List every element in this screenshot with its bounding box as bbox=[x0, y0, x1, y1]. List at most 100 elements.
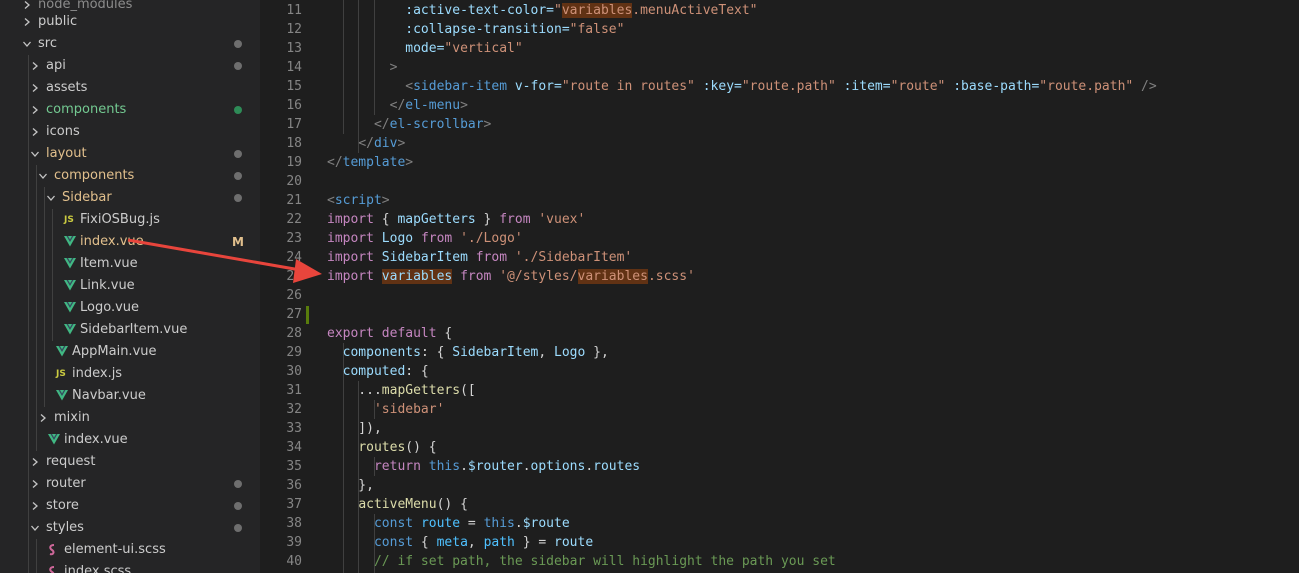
code-line[interactable]: 32 'sidebar' bbox=[260, 400, 1299, 419]
code-text: import { mapGetters } from 'vuex' bbox=[327, 210, 585, 229]
code-token: div bbox=[373, 136, 398, 151]
folder-item[interactable]: components bbox=[0, 165, 260, 187]
code-line[interactable]: 15 <sidebar-item v-for="route in routes"… bbox=[260, 77, 1299, 96]
code-token: from bbox=[499, 212, 531, 227]
js-file-icon: JS bbox=[64, 215, 74, 225]
code-line[interactable]: 31 ...mapGetters([ bbox=[260, 381, 1299, 400]
chevron-down-icon[interactable] bbox=[46, 187, 58, 209]
code-line[interactable]: 26 bbox=[260, 286, 1299, 305]
file-item[interactable]: SidebarItem.vue bbox=[0, 319, 260, 341]
chevron-down-icon[interactable] bbox=[38, 165, 50, 187]
file-item[interactable]: Logo.vue bbox=[0, 297, 260, 319]
code-line[interactable]: 21 <script> bbox=[260, 191, 1299, 210]
chevron-down-icon[interactable] bbox=[30, 143, 42, 165]
chevron-right-icon[interactable] bbox=[22, 11, 34, 33]
code-token: }, bbox=[327, 478, 374, 493]
code-line[interactable]: 18 </div> bbox=[260, 134, 1299, 153]
code-line[interactable]: 40 // if set path, the sidebar will high… bbox=[260, 552, 1299, 571]
folder-item[interactable]: styles bbox=[0, 517, 260, 539]
code-line[interactable]: 13 mode="vertical" bbox=[260, 39, 1299, 58]
code-line[interactable]: 11 :active-text-color="variables.menuAct… bbox=[260, 1, 1299, 20]
chevron-right-icon[interactable] bbox=[38, 407, 50, 429]
code-line[interactable]: 20 bbox=[260, 172, 1299, 191]
code-line[interactable]: 14 > bbox=[260, 58, 1299, 77]
folder-item[interactable]: public bbox=[0, 11, 260, 33]
file-item[interactable]: Navbar.vue bbox=[0, 385, 260, 407]
file-item[interactable]: Item.vue bbox=[0, 253, 260, 275]
folder-item[interactable]: icons bbox=[0, 121, 260, 143]
file-item[interactable]: element-ui.scss bbox=[0, 539, 260, 561]
code-line[interactable]: 22 import { mapGetters } from 'vuex' bbox=[260, 210, 1299, 229]
code-token: './SidebarItem' bbox=[514, 250, 633, 265]
code-line[interactable]: 37 activeMenu() { bbox=[260, 495, 1299, 514]
code-token: // if set path, the sidebar will highlig… bbox=[373, 554, 836, 569]
code-line[interactable]: 33 ]), bbox=[260, 419, 1299, 438]
line-number: 15 bbox=[286, 79, 302, 94]
folder-item[interactable]: assets bbox=[0, 77, 260, 99]
code-line[interactable]: 27 bbox=[260, 305, 1299, 324]
sass-file-icon bbox=[48, 539, 62, 561]
chevron-right-icon[interactable] bbox=[30, 495, 42, 517]
file-item[interactable]: index.vue bbox=[0, 429, 260, 451]
folder-item[interactable]: mixin bbox=[0, 407, 260, 429]
file-item[interactable]: JS FixiOSBug.js bbox=[0, 209, 260, 231]
code-line[interactable]: 30 computed: { bbox=[260, 362, 1299, 381]
code-token: .menuActiveText" bbox=[632, 3, 758, 18]
vue-file-icon bbox=[56, 385, 70, 407]
code-line[interactable]: 29 components: { SidebarItem, Logo }, bbox=[260, 343, 1299, 362]
chevron-right-icon[interactable] bbox=[30, 473, 42, 495]
file-item[interactable]: Link.vue bbox=[0, 275, 260, 297]
file-item[interactable]: index.scss bbox=[0, 561, 260, 573]
folder-item[interactable]: components bbox=[0, 99, 260, 121]
code-line[interactable]: 34 routes() { bbox=[260, 438, 1299, 457]
code-token: </ bbox=[358, 136, 374, 151]
explorer-panel: node_modules public src api assets components… bbox=[0, 0, 260, 573]
code-line[interactable]: 36 }, bbox=[260, 476, 1299, 495]
code-line[interactable]: 12 :collapse-transition="false" bbox=[260, 20, 1299, 39]
code-token: < bbox=[405, 79, 414, 94]
code-line[interactable]: 24 import SidebarItem from './SidebarItem… bbox=[260, 248, 1299, 267]
file-item[interactable]: index.vue M bbox=[0, 231, 260, 253]
code-text: return this.$router.options.routes bbox=[327, 457, 640, 476]
code-token: variables bbox=[577, 269, 648, 284]
code-line[interactable]: 28 export default { bbox=[260, 324, 1299, 343]
chevron-right-icon[interactable] bbox=[30, 99, 42, 121]
folder-item[interactable]: request bbox=[0, 451, 260, 473]
file-item[interactable]: JS index.js bbox=[0, 363, 260, 385]
vue-file-icon bbox=[64, 297, 78, 319]
folder-item[interactable]: api bbox=[0, 55, 260, 77]
code-line[interactable]: 25 import variables from '@/styles/variab… bbox=[260, 267, 1299, 286]
chevron-right-icon[interactable] bbox=[30, 451, 42, 473]
chevron-right-icon[interactable] bbox=[30, 55, 42, 77]
code-line[interactable]: 35 return this.$router.options.routes bbox=[260, 457, 1299, 476]
vue-file-icon bbox=[64, 231, 78, 253]
code-token: "route" bbox=[890, 79, 946, 94]
chevron-down-icon[interactable] bbox=[22, 33, 34, 55]
code-line[interactable]: 39 const { meta, path } = route bbox=[260, 533, 1299, 552]
folder-item[interactable]: layout bbox=[0, 143, 260, 165]
tree-item-label: styles bbox=[46, 520, 84, 535]
folder-item[interactable]: Sidebar bbox=[0, 187, 260, 209]
folder-item[interactable]: router bbox=[0, 473, 260, 495]
chevron-right-icon[interactable] bbox=[30, 121, 42, 143]
code-line[interactable]: 38 const route = this.$route bbox=[260, 514, 1299, 533]
code-editor[interactable]: 11 :active-text-color="variables.menuAct… bbox=[260, 0, 1299, 573]
code-token: this bbox=[428, 459, 461, 474]
code-token: Logo bbox=[554, 345, 586, 360]
code-line[interactable]: 19 </template> bbox=[260, 153, 1299, 172]
chevron-right-icon[interactable] bbox=[30, 77, 42, 99]
code-line[interactable]: 23 import Logo from './Logo' bbox=[260, 229, 1299, 248]
file-item[interactable]: AppMain.vue bbox=[0, 341, 260, 363]
code-token: routes bbox=[358, 440, 406, 455]
code-line[interactable]: 17 </el-scrollbar> bbox=[260, 115, 1299, 134]
code-line[interactable]: 16 </el-menu> bbox=[260, 96, 1299, 115]
chevron-down-icon[interactable] bbox=[30, 517, 42, 539]
code-token: path bbox=[483, 535, 515, 550]
tree-item-label: SidebarItem.vue bbox=[80, 322, 188, 337]
folder-item[interactable]: store bbox=[0, 495, 260, 517]
folder-item[interactable]: src bbox=[0, 33, 260, 55]
